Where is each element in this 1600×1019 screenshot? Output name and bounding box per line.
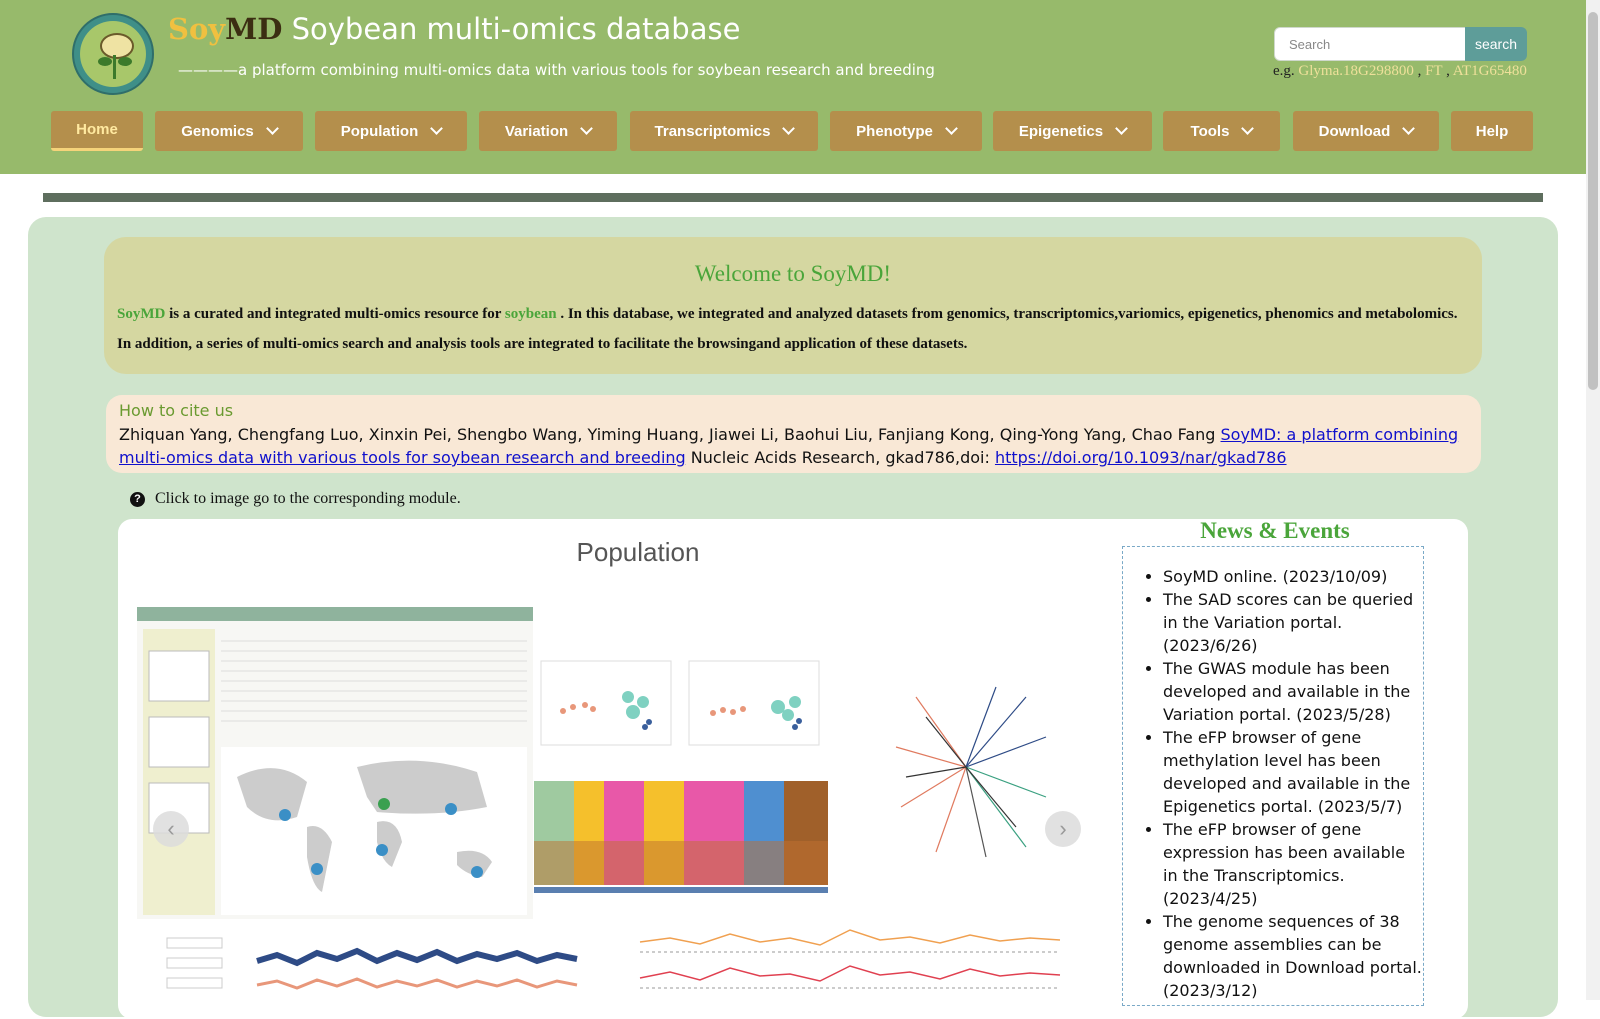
nav-label: Tools (1190, 122, 1230, 140)
hint-row: ? Click to image go to the corresponding… (130, 490, 461, 508)
nav-phenotype[interactable]: Phenotype (830, 111, 982, 151)
selection-scan-thumbnail[interactable] (620, 920, 1070, 1000)
carousel-prev-button[interactable]: ‹ (153, 811, 189, 847)
chevron-down-icon (580, 122, 594, 135)
chevron-down-icon (782, 122, 796, 135)
example-link[interactable]: AT1G65480 (1453, 63, 1527, 79)
nav-label: Epigenetics (1018, 122, 1104, 140)
example-link[interactable]: Glyma.18G298800 (1298, 63, 1413, 79)
scrollbar-thumb[interactable] (1588, 12, 1598, 390)
news-item: SoyMD online. (2023/10/09) (1163, 565, 1423, 588)
nav-label: Home (76, 121, 118, 138)
population-table-thumbnail[interactable] (137, 607, 533, 919)
nav-label: Phenotype (856, 122, 933, 140)
news-list: SoyMD online. (2023/10/09) The SAD score… (1123, 547, 1423, 1002)
nav-label: Population (340, 122, 419, 140)
search-placeholder: Search (1289, 36, 1331, 52)
welcome-part1: is a curated and integrated multi-omics … (165, 306, 505, 322)
search-examples: e.g. Glyma.18G298800 , FT , AT1G65480 (1273, 63, 1527, 80)
nav-help[interactable]: Help (1451, 111, 1533, 151)
hint-text: Click to image go to the corresponding m… (155, 490, 461, 507)
carousel-title: Population (576, 537, 700, 567)
nav-genomics[interactable]: Genomics (155, 111, 303, 151)
welcome-soybean: soybean (504, 306, 557, 322)
nav-transcriptomics[interactable]: Transcriptomics (630, 111, 818, 151)
nav-label: Genomics (181, 122, 254, 140)
example-separator: , (1442, 63, 1453, 79)
news-item: The genome sequences of 38 genome assemb… (1163, 910, 1423, 1002)
welcome-soymd: SoyMD (117, 306, 166, 322)
cite-heading: How to cite us (119, 401, 234, 420)
page-scrollbar[interactable] (1586, 0, 1600, 1000)
nav-label: Variation (504, 122, 569, 140)
example-link[interactable]: FT (1425, 63, 1442, 79)
nav-variation[interactable]: Variation (479, 111, 617, 151)
doi-link[interactable]: https://doi.org/10.1093/nar/gkad786 (995, 448, 1287, 467)
welcome-title: Welcome to SoyMD! (694, 261, 892, 286)
title-rest: Soybean multi-omics database (282, 12, 741, 46)
title-soy: Soy (168, 12, 226, 46)
nav-label: Help (1475, 122, 1509, 140)
chevron-down-icon (1115, 122, 1128, 135)
news-item: The eFP browser of gene expression has b… (1163, 818, 1423, 910)
chevron-down-icon (944, 122, 958, 135)
news-box: SoyMD online. (2023/10/09) The SAD score… (1122, 546, 1424, 1006)
chevron-down-icon (1241, 122, 1255, 135)
nav-home[interactable]: Home (51, 111, 143, 151)
chevron-down-icon (265, 122, 279, 135)
nav-download[interactable]: Download (1293, 111, 1439, 151)
nav-label: Transcriptomics (654, 122, 771, 140)
example-separator: , (1413, 63, 1426, 79)
nav-tools[interactable]: Tools (1163, 111, 1280, 151)
diversity-plot-thumbnail[interactable] (137, 923, 593, 1000)
nav-population[interactable]: Population (315, 111, 467, 151)
cite-authors: Zhiquan Yang, Chengfang Luo, Xinxin Pei,… (119, 425, 1221, 444)
site-subtitle: ————a platform combining multi-omics dat… (178, 61, 935, 79)
cite-body: Zhiquan Yang, Chengfang Luo, Xinxin Pei,… (119, 423, 1459, 469)
chevron-down-icon (1402, 122, 1416, 135)
eg-label: e.g. (1273, 63, 1295, 79)
search-button[interactable]: search (1465, 27, 1527, 61)
news-item: The eFP browser of gene methylation leve… (1163, 726, 1423, 818)
header-divider (43, 193, 1543, 202)
pca-plot-thumbnail[interactable] (533, 647, 831, 757)
cite-journal: Nucleic Acids Research, gkad786,doi: (685, 448, 995, 467)
welcome-text: SoyMD is a curated and integrated multi-… (117, 299, 1473, 359)
nav-label: Download (1318, 122, 1391, 140)
search-input[interactable]: Search (1274, 27, 1466, 61)
structure-plot-thumbnail[interactable] (534, 781, 828, 901)
question-icon: ? (130, 491, 145, 507)
chevron-down-icon (430, 122, 444, 135)
title-md: MD (225, 12, 283, 46)
welcome-box: Welcome to SoyMD! SoyMD is a curated and… (104, 237, 1482, 374)
carousel-next-button[interactable]: › (1045, 811, 1081, 847)
news-title: News & Events (1200, 518, 1350, 543)
site-title: SoyMD Soybean multi-omics database (168, 12, 740, 46)
nav-epigenetics[interactable]: Epigenetics (993, 111, 1152, 151)
cite-box: How to cite us Zhiquan Yang, Chengfang L… (106, 395, 1481, 473)
news-item: The SAD scores can be queried in the Var… (1163, 588, 1423, 657)
soymd-logo[interactable] (72, 13, 154, 95)
news-item: The GWAS module has been developed and a… (1163, 657, 1423, 726)
